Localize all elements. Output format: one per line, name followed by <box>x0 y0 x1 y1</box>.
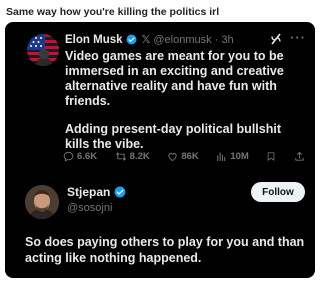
views-button[interactable]: 10M <box>216 151 249 162</box>
bookmark-icon <box>268 152 275 161</box>
flag-avatar-image <box>27 34 59 66</box>
repost-icon <box>115 152 126 161</box>
share-button[interactable] <box>294 151 305 162</box>
verified-badge-icon <box>114 186 126 198</box>
follow-button[interactable]: Follow <box>251 182 305 202</box>
like-count: 86K <box>181 151 199 162</box>
tweet-screenshot-card: Elon Musk 𝕏 @elonmusk · 3h ··· Video gam… <box>5 22 315 278</box>
repost-button[interactable]: 8.2K <box>115 151 150 162</box>
reply-author: Stjepan <box>67 185 126 199</box>
post-caption: Same way how you're killing the politics… <box>6 6 220 18</box>
reply-avatar[interactable] <box>25 185 59 219</box>
author-name[interactable]: Elon Musk <box>65 34 123 46</box>
x-logo-icon: 𝕏 <box>141 34 151 46</box>
repost-count: 8.2K <box>129 151 150 162</box>
reply-author-name[interactable]: Stjepan <box>67 185 110 199</box>
avatar[interactable] <box>27 34 59 66</box>
views-icon <box>217 152 226 162</box>
tweet-header: Elon Musk 𝕏 @elonmusk · 3h <box>65 33 234 47</box>
reply-handle[interactable]: @sosojni <box>67 202 112 214</box>
bookmark-button[interactable] <box>266 151 276 162</box>
reply-count: 6.6K <box>77 151 98 162</box>
reply-text: So does paying others to play for you an… <box>25 235 305 265</box>
reply-button[interactable]: 6.6K <box>63 151 97 162</box>
verified-badge-icon <box>126 34 137 45</box>
tweet-text: Video games are meant for you to be imme… <box>65 49 305 165</box>
heart-icon <box>168 153 177 162</box>
handle-and-time[interactable]: @elonmusk · 3h <box>153 34 233 46</box>
reply-icon <box>63 151 74 162</box>
tweet-paragraph-1: Video games are meant for you to be imme… <box>65 49 284 108</box>
like-button[interactable]: 86K <box>167 151 199 162</box>
view-count: 10M <box>230 151 249 162</box>
person-avatar-image <box>25 185 59 219</box>
grok-icon[interactable] <box>270 32 282 50</box>
tweet-actions: 6.6K 8.2K 86K 10M <box>63 151 305 162</box>
more-icon[interactable]: ··· <box>290 30 306 45</box>
share-icon <box>295 151 304 161</box>
tweet-paragraph-2: Adding present-day political bullshit ki… <box>65 122 281 151</box>
